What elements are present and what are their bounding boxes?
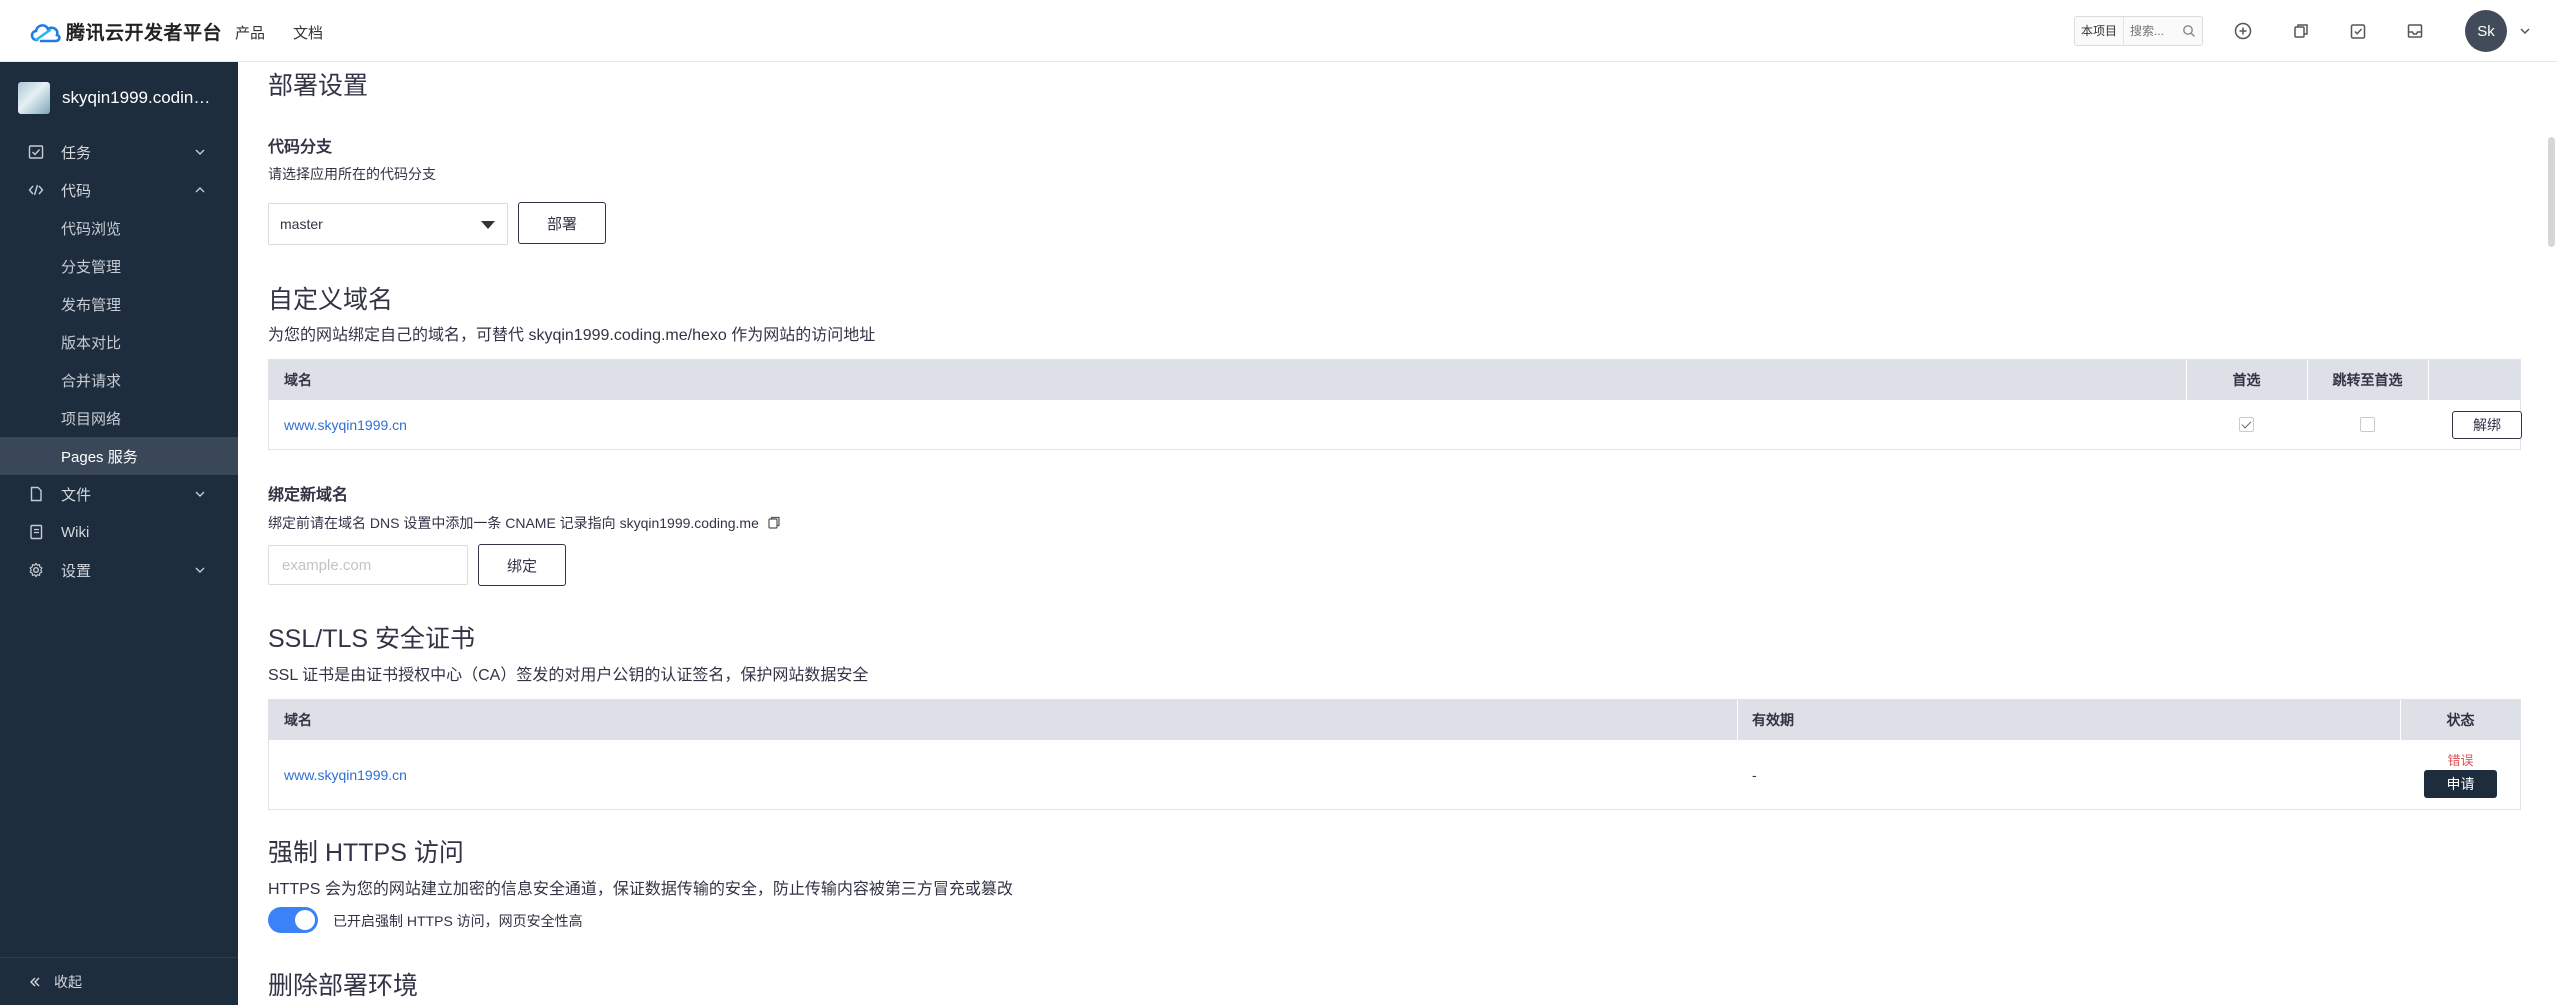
new-domain-input[interactable] [268,545,468,585]
cloud-logo-icon [30,23,61,42]
collapse-sidebar-button[interactable]: 收起 [0,957,238,1005]
sidebar-subitem-pages[interactable]: Pages 服务 [0,437,238,475]
deploy-button[interactable]: 部署 [518,202,606,244]
table-header: 域名 首选 跳转至首选 [269,360,2520,400]
custom-domain-title: 自定义域名 [268,286,394,314]
sidebar-item-label: 设置 [61,562,92,580]
sidebar-item-label: Wiki [61,523,90,541]
sidebar: skyqin1999.coding.me 任务 代码 代码浏览 分支管理 发布管… [0,62,238,1005]
sidebar-item-wiki[interactable]: Wiki [0,513,238,551]
sidebar-subitem-network[interactable]: 项目网络 [0,399,238,437]
sidebar-item-settings[interactable]: 设置 [0,551,238,589]
nav-products[interactable]: 产品 [235,22,265,43]
project-switcher[interactable]: skyqin1999.coding.me [18,82,217,114]
main-content: 部署设置 代码分支 请选择应用所在的代码分支 master 部署 自定义域名 为… [238,62,2557,1005]
top-header: 腾讯云开发者平台 产品 文档 本项目 Sk [0,0,2557,62]
column-divider [2428,360,2429,400]
unbind-button[interactable]: 解绑 [2452,411,2522,439]
scrollbar-thumb[interactable] [2548,137,2555,247]
column-header-status: 状态 [2446,712,2475,728]
ssl-description: SSL 证书是由证书授权中心（CA）签发的对用户公钥的认证签名，保护网站数据安全 [268,667,869,684]
column-header-preferred: 首选 [2232,372,2261,388]
project-thumbnail [18,82,50,114]
sidebar-item-code[interactable]: 代码 [0,171,238,209]
table-row: www.skyqin1999.cn - 错误 申请 [269,740,2520,810]
search-scope-selector[interactable]: 本项目 [2075,17,2125,45]
bind-domain-heading: 绑定新域名 [268,487,349,504]
toggle-knob [295,910,315,930]
nav-docs[interactable]: 文档 [293,22,323,43]
checklist-icon [28,145,44,159]
caret-down-icon [481,221,495,229]
sidebar-item-tasks[interactable]: 任务 [0,133,238,171]
avatar[interactable]: Sk [2465,10,2507,52]
apply-certificate-button[interactable]: 申请 [2424,770,2497,798]
task-check-icon[interactable] [2348,21,2368,41]
column-header-domain: 域名 [284,372,312,388]
bind-button[interactable]: 绑定 [478,544,566,586]
https-title: 强制 HTTPS 访问 [268,839,464,867]
sidebar-item-label: 任务 [61,144,92,162]
bind-domain-description: 绑定前请在域名 DNS 设置中添加一条 CNAME 记录指向 skyqin199… [268,515,759,531]
book-icon [30,524,43,540]
double-chevron-left-icon [30,977,40,986]
column-header-domain: 域名 [284,712,312,728]
gear-icon [29,562,43,578]
https-description: HTTPS 会为您的网站建立加密的信息安全通道，保证数据传输的安全，防止传输内容… [268,881,1013,898]
column-divider [1737,700,1738,740]
ssl-table: 域名 有效期 状态 www.skyqin1999.cn - 错误 申请 [268,699,2521,810]
ssl-title: SSL/TLS 安全证书 [268,625,475,653]
column-header-redirect: 跳转至首选 [2332,372,2403,388]
sidebar-subitem-compare[interactable]: 版本对比 [0,323,238,361]
sidebar-subitem-branches[interactable]: 分支管理 [0,247,238,285]
table-row: www.skyqin1999.cn 解绑 [269,400,2522,450]
ssl-validity: - [1752,767,1757,783]
custom-domain-table: 域名 首选 跳转至首选 www.skyqin1999.cn 解绑 [268,359,2522,450]
sidebar-item-label: 文件 [61,486,92,504]
sidebar-subitem-releases[interactable]: 发布管理 [0,285,238,323]
branch-description: 请选择应用所在的代码分支 [268,166,436,182]
sidebar-item-label: 代码 [61,182,92,200]
add-circle-icon[interactable] [2233,21,2253,41]
delete-environment-title: 删除部署环境 [268,972,419,1000]
chevron-down-icon [195,567,205,573]
brand-logo[interactable]: 腾讯云开发者平台 [28,18,222,45]
main-scrollbar[interactable] [2545,62,2557,1005]
custom-domain-description: 为您的网站绑定自己的域名，可替代 skyqin1999.coding.me/he… [268,327,876,344]
chevron-down-icon[interactable] [2518,24,2532,38]
chevron-up-icon [195,187,205,193]
domain-link[interactable]: www.skyqin1999.cn [284,400,407,450]
status-badge: 错误 [2447,753,2474,768]
bind-domain-description-row: 绑定前请在域名 DNS 设置中添加一条 CNAME 记录指向 skyqin199… [268,513,781,533]
inbox-icon[interactable] [2405,21,2425,41]
chevron-down-icon [195,491,205,497]
preferred-checkbox[interactable] [2239,417,2254,432]
force-https-toggle[interactable] [268,907,318,933]
search-icon[interactable] [2182,24,2196,38]
column-header-validity: 有效期 [1752,712,1794,728]
scoped-search: 本项目 [2074,16,2204,46]
table-header: 域名 有效期 状态 [269,700,2520,740]
deploy-settings-title: 部署设置 [268,72,369,100]
project-name: skyqin1999.coding.me [62,88,217,107]
sidebar-subitem-merge-requests[interactable]: 合并请求 [0,361,238,399]
code-icon [28,184,44,196]
ssl-domain-link[interactable]: www.skyqin1999.cn [284,740,407,810]
sidebar-subitem-code-browse[interactable]: 代码浏览 [0,209,238,247]
sidebar-item-files[interactable]: 文件 [0,475,238,513]
branch-select[interactable]: master [268,203,508,245]
branch-heading: 代码分支 [268,139,333,156]
redirect-checkbox[interactable] [2360,417,2375,432]
copy-icon[interactable] [2291,21,2311,41]
chevron-down-icon [195,149,205,155]
branch-select-value: master [280,216,323,232]
brand-name: 腾讯云开发者平台 [66,23,223,44]
file-icon [30,486,42,502]
copy-icon[interactable] [767,516,781,530]
search-input[interactable] [2124,24,2183,38]
force-https-status: 已开启强制 HTTPS 访问，网页安全性高 [333,913,583,929]
collapse-label: 收起 [54,973,82,990]
